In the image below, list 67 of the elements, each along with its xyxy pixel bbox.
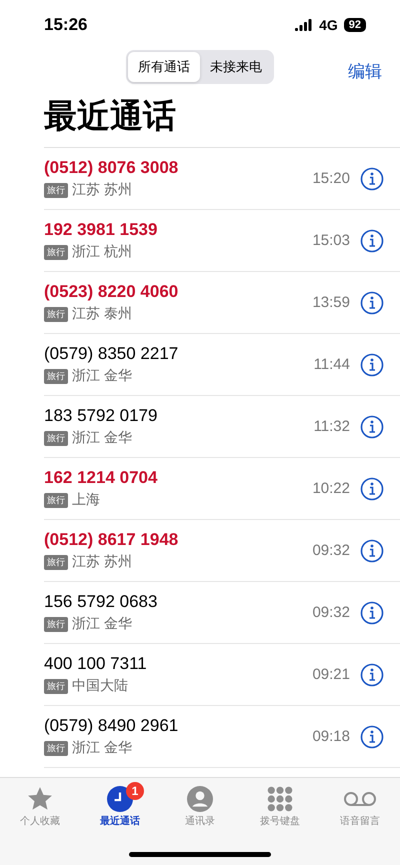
tab-label: 拨号键盘 xyxy=(260,814,300,828)
info-icon[interactable] xyxy=(360,228,384,252)
phone-number: (0512) 8076 3008 xyxy=(44,158,180,178)
location-text: 上海 xyxy=(72,491,100,509)
call-time: 09:18 xyxy=(312,728,350,745)
keypad-icon xyxy=(267,786,293,812)
call-time: 13:59 xyxy=(312,294,350,311)
phone-number: 183 5792 0179 xyxy=(44,406,158,426)
location-text: 浙江 杭州 xyxy=(72,243,132,261)
phone-number: (0512) 8617 1948 xyxy=(44,530,180,550)
call-time: 09:32 xyxy=(312,542,350,559)
info-icon[interactable] xyxy=(360,662,384,686)
location-text: 浙江 金华 xyxy=(72,429,132,447)
tab-label: 个人收藏 xyxy=(20,814,60,828)
tab-label: 语音留言 xyxy=(340,814,380,828)
location-text: 江苏 苏州 xyxy=(72,181,132,199)
tag-label: 旅行 xyxy=(44,678,68,694)
info-icon[interactable] xyxy=(360,724,384,748)
edit-button[interactable]: 编辑 xyxy=(348,60,382,83)
tag-label: 旅行 xyxy=(44,740,68,756)
battery-level: 92 xyxy=(344,18,366,32)
call-time: 09:21 xyxy=(312,666,350,683)
tag-label: 旅行 xyxy=(44,492,68,508)
network-label: 4G xyxy=(319,17,338,33)
tag-label: 旅行 xyxy=(44,244,68,260)
info-icon[interactable] xyxy=(360,290,384,314)
location-text: 江苏 泰州 xyxy=(72,305,132,323)
tag-label: 旅行 xyxy=(44,182,68,198)
phone-number: 400 100 7311 xyxy=(44,654,148,674)
call-time: 11:44 xyxy=(314,356,350,373)
tab-label: 通讯录 xyxy=(185,814,215,828)
call-time: 11:32 xyxy=(314,418,350,435)
phone-number: 156 5792 0683 xyxy=(44,592,158,612)
count-badge: 1 xyxy=(126,782,144,800)
location-text: 浙江 金华 xyxy=(72,739,132,757)
tag-label: 旅行 xyxy=(44,306,68,322)
location-text: 浙江 金华 xyxy=(72,615,132,633)
segment-tab[interactable]: 未接来电 xyxy=(200,52,272,82)
phone-number: 192 3981 1539 xyxy=(44,220,158,240)
tag-label: 旅行 xyxy=(44,616,68,632)
phone-number: (0579) 8350 2217 xyxy=(44,344,180,364)
info-icon[interactable] xyxy=(360,166,384,190)
status-time: 15:26 xyxy=(44,15,88,35)
call-time: 10:22 xyxy=(312,480,350,497)
phone-number: 162 1214 0704 xyxy=(44,468,158,488)
info-icon[interactable] xyxy=(360,538,384,562)
person-icon xyxy=(187,786,213,812)
tag-label: 旅行 xyxy=(44,368,68,384)
info-icon[interactable] xyxy=(360,600,384,624)
location-text: 江苏 苏州 xyxy=(72,553,132,571)
phone-number: (0579) 8490 2961 xyxy=(44,716,180,736)
info-icon[interactable] xyxy=(360,476,384,500)
call-time: 15:03 xyxy=(312,232,350,249)
signal-icon xyxy=(295,19,314,31)
location-text: 中国大陆 xyxy=(72,677,128,695)
page-title: 最近通话 xyxy=(44,96,177,136)
tag-label: 旅行 xyxy=(44,430,68,446)
location-text: 浙江 金华 xyxy=(72,367,132,385)
info-icon[interactable] xyxy=(360,352,384,376)
call-time: 09:32 xyxy=(312,604,350,621)
call-time: 15:20 xyxy=(312,170,350,187)
segment-tab[interactable]: 所有通话 xyxy=(128,52,200,82)
star-icon xyxy=(27,786,53,812)
tab-label: 最近通话 xyxy=(100,814,140,828)
tag-label: 旅行 xyxy=(44,554,68,570)
info-icon[interactable] xyxy=(360,414,384,438)
phone-number: (0523) 8220 4060 xyxy=(44,282,180,302)
